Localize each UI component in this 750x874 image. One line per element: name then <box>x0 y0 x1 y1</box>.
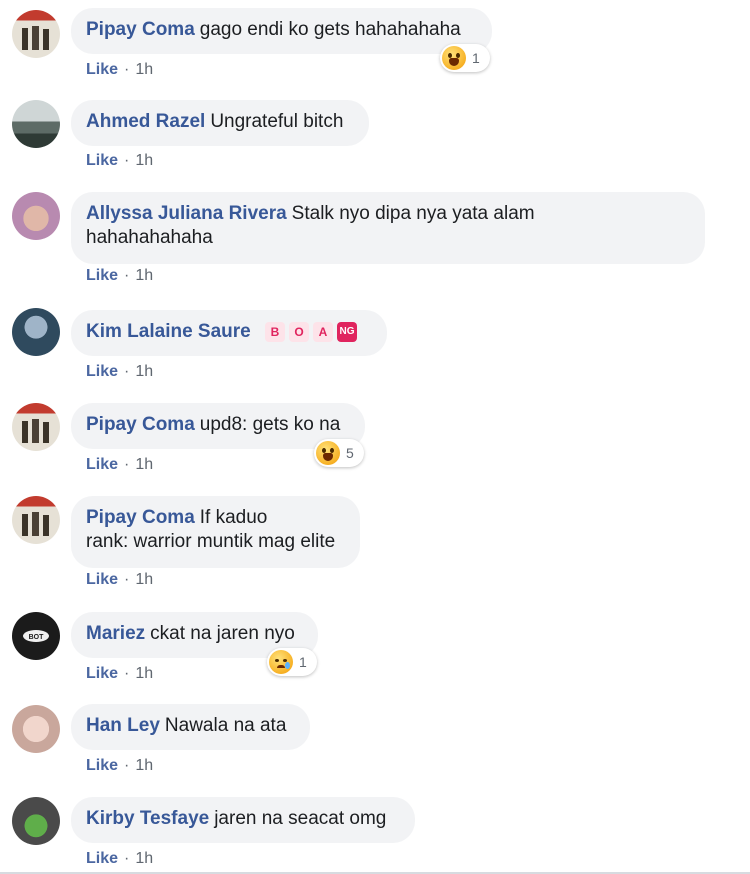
reaction-number: 1 <box>299 654 307 670</box>
comment-bubble: Ahmed Razel Ungrateful bitch <box>71 100 369 146</box>
avatar[interactable] <box>12 403 60 451</box>
commenter-name[interactable]: Pipay Coma <box>86 507 195 528</box>
commenter-name[interactable]: Ahmed Razel <box>86 111 205 132</box>
comment-bubble: Pipay Coma If kaduo rank: warrior muntik m… <box>71 496 360 568</box>
like-link[interactable]: Like <box>86 152 118 169</box>
commenter-name[interactable]: Allyssa Juliana Rivera <box>86 203 287 224</box>
comment-bubble: Kirby Tesfaye jaren na seacat omg <box>71 797 415 843</box>
like-link[interactable]: Like <box>86 665 118 682</box>
commenter-name[interactable]: Kim Lalaine Saure <box>86 321 251 342</box>
haha-emoji-icon <box>442 46 466 70</box>
letter-badge: A <box>313 321 334 342</box>
like-link[interactable]: Like <box>86 757 118 774</box>
timestamp[interactable]: 1h <box>135 152 153 169</box>
reaction-count[interactable]: 5 <box>314 439 364 467</box>
like-link[interactable]: Like <box>86 571 118 588</box>
comment-text-line2: rank: warrior muntik mag elite <box>86 531 336 552</box>
separator: · <box>124 456 130 473</box>
separator: · <box>124 850 130 867</box>
separator: · <box>124 363 130 380</box>
comment-meta: Like · 1h <box>86 266 153 286</box>
comment-bubble: Kim Lalaine Saure B O A NG <box>71 310 387 356</box>
avatar[interactable] <box>12 797 60 845</box>
comment-meta: Like · 1h <box>86 664 153 684</box>
comment-text: ckat na jaren nyo <box>150 623 295 644</box>
sad-emoji-icon <box>269 650 293 674</box>
haha-emoji-icon <box>316 441 340 465</box>
commenter-name[interactable]: Pipay Coma <box>86 19 195 40</box>
timestamp[interactable]: 1h <box>135 571 153 588</box>
like-link[interactable]: Like <box>86 363 118 380</box>
comment-text: Ungrateful bitch <box>210 111 344 132</box>
ng-badge: NG <box>337 321 358 342</box>
separator: · <box>124 757 130 774</box>
separator: · <box>124 267 130 284</box>
comment-meta: Like · 1h <box>86 849 153 869</box>
commenter-name[interactable]: Mariez <box>86 623 145 644</box>
comment-meta: Like · 1h <box>86 756 153 776</box>
reaction-count[interactable]: 1 <box>267 648 317 676</box>
comment-text: If kaduo <box>199 507 268 528</box>
commenter-name[interactable]: Pipay Coma <box>86 414 195 435</box>
like-link[interactable]: Like <box>86 456 118 473</box>
comment-meta: Like · 1h <box>86 60 153 80</box>
comment-text: gago endi ko gets hahahahaha <box>199 19 461 40</box>
timestamp[interactable]: 1h <box>135 61 153 78</box>
comment-meta: Like · 1h <box>86 570 153 590</box>
avatar[interactable] <box>12 496 60 544</box>
like-link[interactable]: Like <box>86 850 118 867</box>
comment-bubble: Pipay Coma gago endi ko gets hahahahaha <box>71 8 492 54</box>
badge-group: B O A NG <box>265 321 358 342</box>
timestamp[interactable]: 1h <box>135 267 153 284</box>
letter-badge: B <box>265 321 286 342</box>
avatar[interactable]: BOT <box>12 612 60 660</box>
separator: · <box>124 61 130 78</box>
comment-text: upd8: gets ko na <box>199 414 341 435</box>
avatar[interactable] <box>12 308 60 356</box>
separator: · <box>124 571 130 588</box>
timestamp[interactable]: 1h <box>135 363 153 380</box>
reaction-number: 5 <box>346 445 354 461</box>
comment-text-line2: hahahahahaha <box>86 227 213 248</box>
reaction-count[interactable]: 1 <box>440 44 490 72</box>
comment-meta: Like · 1h <box>86 455 153 475</box>
comment-text: jaren na seacat omg <box>214 808 387 829</box>
comment-meta: Like · 1h <box>86 362 153 382</box>
separator: · <box>124 665 130 682</box>
avatar[interactable] <box>12 10 60 58</box>
comment-bubble: Allyssa Juliana Rivera Stalk nyo dipa nya… <box>71 192 705 264</box>
comment-meta: Like · 1h <box>86 151 153 171</box>
letter-badge: O <box>289 321 310 342</box>
timestamp[interactable]: 1h <box>135 456 153 473</box>
avatar[interactable] <box>12 705 60 753</box>
timestamp[interactable]: 1h <box>135 757 153 774</box>
comment-bubble: Han Ley Nawala na ata <box>71 704 310 750</box>
like-link[interactable]: Like <box>86 267 118 284</box>
reaction-number: 1 <box>472 50 480 66</box>
commenter-name[interactable]: Han Ley <box>86 715 160 736</box>
commenter-name[interactable]: Kirby Tesfaye <box>86 808 209 829</box>
like-link[interactable]: Like <box>86 61 118 78</box>
comment-text: Nawala na ata <box>164 715 287 736</box>
svg-text:BOT: BOT <box>29 634 45 641</box>
avatar[interactable] <box>12 100 60 148</box>
comment-text: Stalk nyo dipa nya yata alam <box>291 203 535 224</box>
avatar[interactable] <box>12 192 60 240</box>
timestamp[interactable]: 1h <box>135 850 153 867</box>
separator: · <box>124 152 130 169</box>
timestamp[interactable]: 1h <box>135 665 153 682</box>
